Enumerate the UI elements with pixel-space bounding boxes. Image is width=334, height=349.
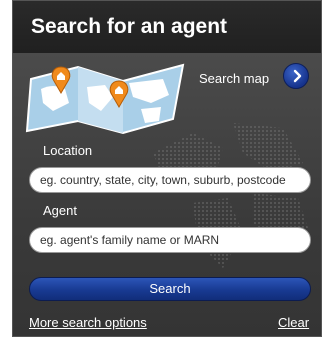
folded-world-map-icon[interactable] <box>23 59 193 139</box>
agent-input[interactable] <box>29 227 311 253</box>
search-map-button[interactable] <box>283 63 309 89</box>
chevron-right-icon <box>293 69 302 83</box>
agent-search-widget: Search for an agent Search map Location … <box>12 0 322 337</box>
widget-title: Search for an agent <box>31 15 228 38</box>
search-panel: Search map Location Agent Search More se… <box>13 53 321 336</box>
location-input[interactable] <box>29 167 311 193</box>
clear-link[interactable]: Clear <box>278 315 309 330</box>
search-map-link[interactable]: Search map <box>199 71 269 86</box>
more-search-options-link[interactable]: More search options <box>29 315 147 330</box>
location-label: Location <box>43 143 93 158</box>
agent-label: Agent <box>43 203 77 218</box>
search-button[interactable]: Search <box>29 277 311 301</box>
widget-header: Search for an agent <box>13 1 321 54</box>
